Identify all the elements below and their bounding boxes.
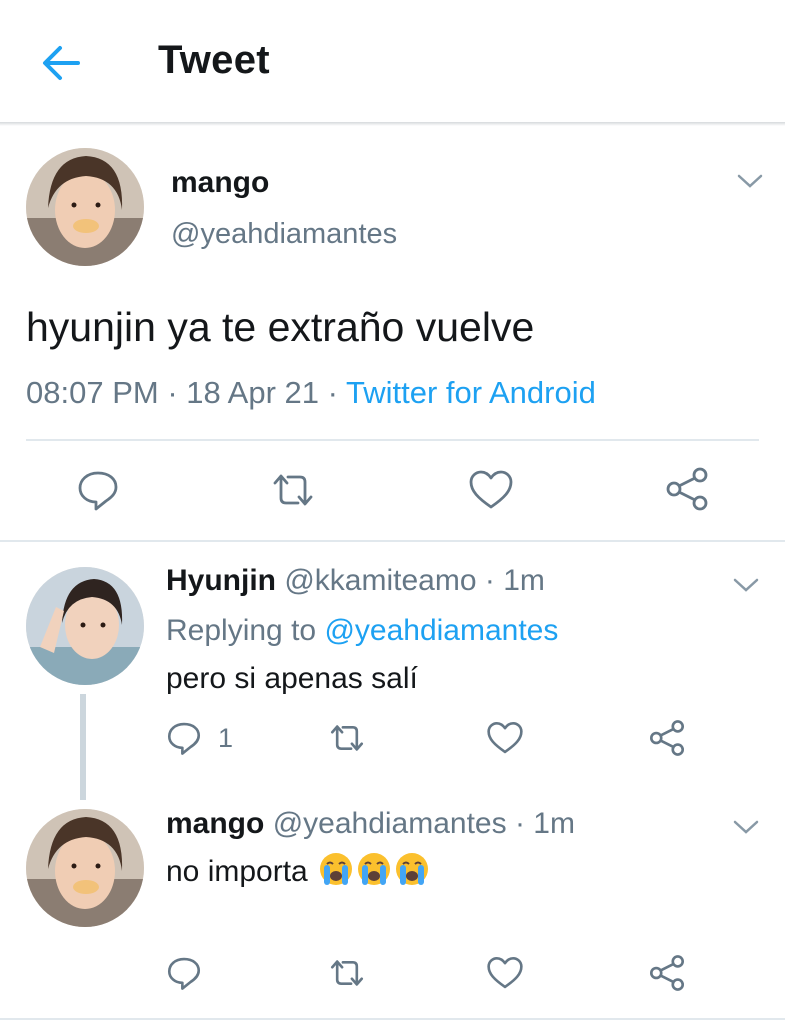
- share-icon: [649, 720, 685, 756]
- header-divider: [0, 122, 785, 126]
- share-icon: [666, 467, 708, 511]
- author-handle[interactable]: @yeahdiamantes: [273, 807, 507, 840]
- chevron-down-icon: [737, 174, 763, 188]
- like-button[interactable]: [486, 955, 524, 996]
- reply-text-row: no importa: [166, 851, 430, 889]
- emoji-row: [316, 853, 430, 888]
- replying-to-handle[interactable]: @yeahdiamantes: [324, 614, 558, 647]
- author-name[interactable]: mango: [166, 807, 264, 840]
- like-button[interactable]: [468, 468, 514, 517]
- back-button[interactable]: [36, 38, 86, 88]
- chevron-down-icon: [733, 820, 759, 834]
- reply-icon: [167, 957, 201, 990]
- retweet-button[interactable]: [326, 955, 368, 996]
- more-options-button[interactable]: [731, 575, 761, 595]
- more-options-button[interactable]: [735, 171, 765, 191]
- loudly-crying-face-emoji: [358, 853, 391, 885]
- tweet-date: 18 Apr 21: [186, 375, 319, 410]
- reply-count: 1: [218, 723, 234, 753]
- tweet-text: hyunjin ya te extraño vuelve: [26, 304, 535, 350]
- divider: [0, 1018, 785, 1020]
- reply-button[interactable]: [166, 955, 202, 996]
- share-button[interactable]: [648, 954, 686, 997]
- author-handle[interactable]: @kkamiteamo: [284, 564, 476, 597]
- thread-line: [80, 694, 86, 800]
- share-button[interactable]: [664, 466, 710, 517]
- like-button[interactable]: [486, 720, 524, 761]
- divider: [26, 439, 759, 441]
- meta-separator: ·: [158, 375, 187, 410]
- share-button[interactable]: [648, 719, 686, 762]
- reply-icon: [167, 722, 201, 755]
- reply-time: · 1m: [514, 807, 575, 840]
- retweet-icon: [273, 474, 313, 506]
- author-handle[interactable]: @yeahdiamantes: [171, 218, 397, 251]
- chevron-down-icon: [733, 578, 759, 592]
- reply-button[interactable]: [76, 468, 120, 517]
- author-name[interactable]: Hyunjin: [166, 564, 276, 597]
- retweet-button[interactable]: [326, 720, 368, 761]
- avatar[interactable]: [26, 567, 144, 685]
- tweet-time: 08:07 PM: [26, 375, 159, 410]
- reply-button[interactable]: 1: [166, 720, 236, 756]
- reply-text: pero si apenas salí: [166, 662, 418, 695]
- meta-separator: ·: [318, 375, 346, 410]
- replying-to: Replying to @yeahdiamantes: [166, 614, 558, 648]
- avatar[interactable]: [26, 148, 144, 266]
- section-divider: [0, 540, 785, 542]
- more-options-button[interactable]: [731, 817, 761, 837]
- heart-icon: [487, 956, 523, 989]
- reply-time: · 1m: [484, 564, 545, 597]
- loudly-crying-face-emoji: [320, 853, 353, 885]
- reply-header: mango @yeahdiamantes · 1m: [166, 807, 575, 841]
- reply-icon: [78, 471, 118, 511]
- loudly-crying-face-emoji: [396, 853, 429, 885]
- page-title: Tweet: [158, 38, 270, 82]
- replying-to-label: Replying to: [166, 614, 317, 647]
- heart-icon: [487, 721, 523, 754]
- reply-header: Hyunjin @kkamiteamo · 1m: [166, 564, 545, 598]
- retweet-icon: [330, 725, 364, 751]
- reply-text: no importa: [166, 855, 308, 888]
- share-icon: [649, 955, 685, 991]
- tweet-source-link[interactable]: Twitter for Android: [346, 375, 596, 410]
- author-name[interactable]: mango: [171, 166, 269, 200]
- retweet-button[interactable]: [268, 468, 318, 517]
- heart-icon: [469, 470, 513, 509]
- top-app-bar: Tweet: [0, 0, 785, 122]
- avatar[interactable]: [26, 809, 144, 927]
- arrow-left-icon: [43, 46, 80, 80]
- tweet-meta: 08:07 PM · 18 Apr 21 · Twitter for Andro…: [26, 375, 596, 411]
- retweet-icon: [330, 960, 364, 986]
